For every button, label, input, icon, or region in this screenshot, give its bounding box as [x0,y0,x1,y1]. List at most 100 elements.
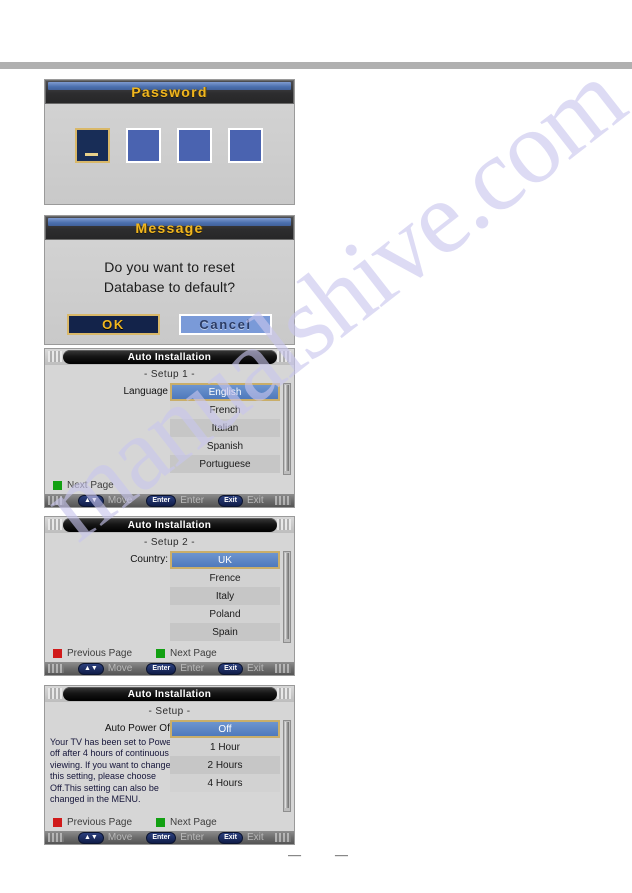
key-move[interactable]: ▲▼ Move [78,662,133,675]
green-swatch-icon [156,649,166,658]
setup1-page-actions: Next Page [45,477,294,494]
next-page-action[interactable]: Next Page [53,480,114,491]
auto-power-off-note: Your TV has been set to Power off after … [50,737,175,805]
key-exit-label: Exit [246,495,264,506]
enter-key-icon: Enter [146,831,177,844]
key-exit[interactable]: Exit Exit [218,662,264,675]
key-move-label: Move [107,663,133,674]
message-dialog-buttons: OK Cancel [67,314,272,335]
next-page-label: Next Page [170,648,217,659]
country-option-spain[interactable]: Spain [170,623,280,641]
language-option-list: English French Italian Spanish Portugues… [170,383,280,473]
password-digit-4[interactable] [228,128,263,163]
cancel-button[interactable]: Cancel [179,314,272,335]
key-move-label: Move [107,495,133,506]
setup3-keybar: ▲▼ Move Enter Enter Exit Exit [45,831,294,844]
grip-icon-left [48,688,62,699]
auto-power-off-option-2-hours[interactable]: 2 Hours [170,756,280,774]
grip-icon-left [48,351,62,362]
password-dialog-body [45,104,294,204]
message-line-2: Database to default? [103,279,236,295]
previous-page-action[interactable]: Previous Page [53,648,132,659]
country-option-italy[interactable]: Italy [170,587,280,605]
password-digit-2[interactable] [126,128,161,163]
setup3-title: Auto Installation [62,687,277,701]
next-page-label: Next Page [67,480,114,491]
setup1-title: Auto Installation [62,350,277,364]
key-exit[interactable]: Exit Exit [218,494,264,507]
language-option-english[interactable]: English [170,383,280,401]
message-dialog: Message Do you want to reset Database to… [45,216,294,344]
setup2-titlebar: Auto Installation [45,517,294,533]
grip-icon-right [275,496,291,505]
page-number: — — [288,852,348,858]
page-number-left-mark: — [288,852,301,858]
previous-page-label: Previous Page [67,817,133,828]
message-dialog-body: Do you want to reset Database to default… [45,240,294,344]
key-enter[interactable]: Enter Enter [146,662,204,675]
red-swatch-icon [53,649,62,658]
key-exit-label: Exit [246,832,264,843]
auto-power-off-field-label: Auto Power Off : [104,723,178,734]
language-option-french[interactable]: French [170,401,280,419]
text-cursor-icon [85,153,98,156]
enter-key-icon: Enter [146,662,177,675]
password-digit-row [75,128,263,163]
setup1-body: Language English French Italian Spanish … [45,383,294,477]
setup2-step-label: - Setup 2 - [45,533,294,551]
grip-icon-right [275,833,291,842]
password-digit-1[interactable] [75,128,110,163]
password-digit-3[interactable] [177,128,212,163]
setup3-titlebar: Auto Installation [45,686,294,702]
green-swatch-icon [156,818,166,827]
setup3-step-label: - Setup - [45,702,294,720]
message-dialog-title: Message [135,220,204,236]
setup2-keybar: ▲▼ Move Enter Enter Exit Exit [45,662,294,675]
country-field-label: Country: [130,554,168,565]
key-move-label: Move [107,832,133,843]
scrollbar-thumb[interactable] [285,385,289,471]
next-page-action[interactable]: Next Page [156,648,217,659]
auto-power-off-option-list: Off 1 Hour 2 Hours 4 Hours [170,720,280,792]
key-exit[interactable]: Exit Exit [218,831,264,844]
message-dialog-text: Do you want to reset Database to default… [45,240,294,297]
auto-installation-setup1-panel: Auto Installation - Setup 1 - Language E… [45,349,294,507]
grip-icon-right [277,351,291,362]
next-page-action[interactable]: Next Page [156,817,217,828]
scrollbar-thumb[interactable] [285,553,289,639]
language-option-portuguese[interactable]: Portuguese [170,455,280,473]
password-dialog-titlebar: Password [45,80,294,104]
enter-key-icon: Enter [146,494,177,507]
auto-power-off-option-off[interactable]: Off [170,720,280,738]
exit-key-icon: Exit [218,662,243,675]
language-scrollbar[interactable] [283,383,291,475]
setup2-body: Country: UK Frence Italy Poland Spain [45,551,294,645]
country-option-poland[interactable]: Poland [170,605,280,623]
arrow-updown-icon: ▲▼ [78,494,104,507]
key-move[interactable]: ▲▼ Move [78,494,133,507]
auto-installation-setup3-panel: Auto Installation - Setup - Auto Power O… [45,686,294,844]
red-swatch-icon [53,818,62,827]
previous-page-action[interactable]: Previous Page [53,817,132,828]
setup2-page-actions: Previous Page Next Page [45,645,294,662]
scrollbar-thumb[interactable] [285,722,289,808]
password-dialog: Password [45,80,294,204]
language-option-italian[interactable]: Italian [170,419,280,437]
country-option-frence[interactable]: Frence [170,569,280,587]
setup1-keybar: ▲▼ Move Enter Enter Exit Exit [45,494,294,507]
grip-icon-left [48,664,64,673]
auto-power-off-option-1-hour[interactable]: 1 Hour [170,738,280,756]
country-scrollbar[interactable] [283,551,291,643]
auto-power-off-scrollbar[interactable] [283,720,291,812]
previous-page-label: Previous Page [67,648,133,659]
language-field-label: Language [123,386,169,397]
ok-button[interactable]: OK [67,314,160,335]
key-move[interactable]: ▲▼ Move [78,831,133,844]
key-enter[interactable]: Enter Enter [146,831,204,844]
country-option-uk[interactable]: UK [170,551,280,569]
key-exit-label: Exit [246,663,264,674]
key-enter[interactable]: Enter Enter [146,494,204,507]
auto-power-off-option-4-hours[interactable]: 4 Hours [170,774,280,792]
setup3-body: Auto Power Off : Your TV has been set to… [45,720,294,814]
language-option-spanish[interactable]: Spanish [170,437,280,455]
